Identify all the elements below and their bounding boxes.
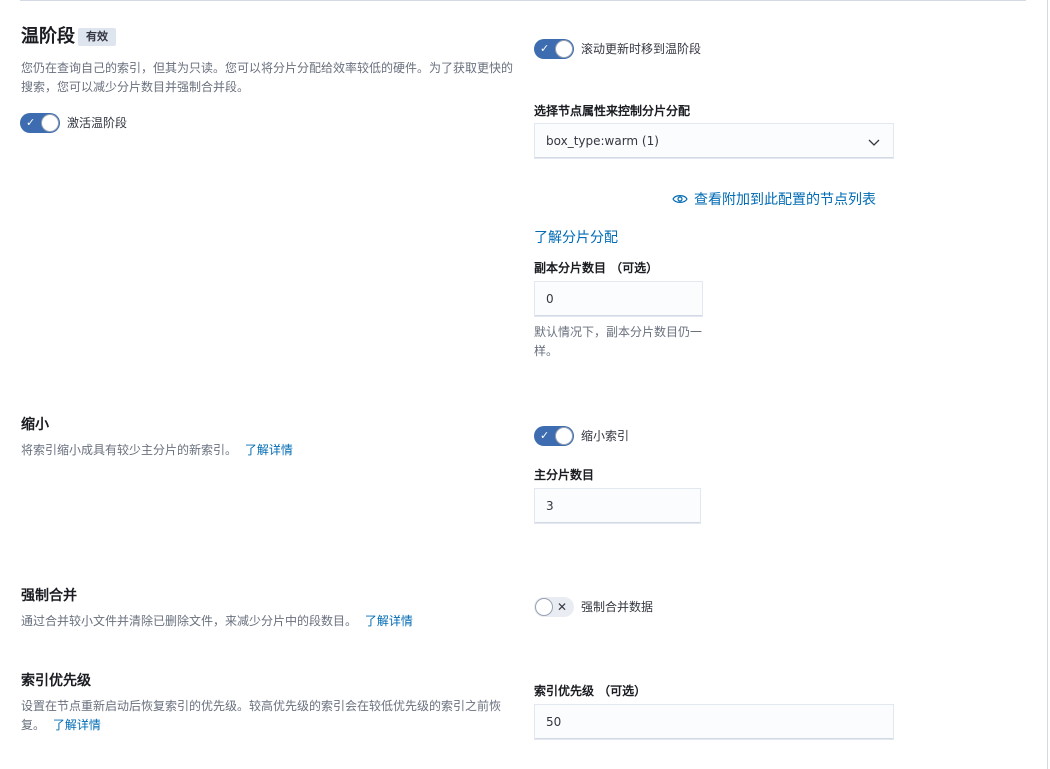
index-priority-value: 50 (546, 715, 562, 729)
index-priority-title: 索引优先级 (21, 673, 91, 689)
shrink-title: 缩小 (21, 417, 49, 433)
shrink-switch-label: 缩小索引 (581, 429, 630, 443)
allocation-label: 选择节点属性来控制分片分配 (534, 104, 691, 118)
active-badge: 有效 (78, 28, 116, 46)
view-nodes-link[interactable]: 查看附加到此配置的节点列表 (672, 190, 876, 208)
page: 温阶段 有效 您仍在查询自己的索引，但其为只读。您可以将分片分配给效率较低的硬件… (0, 0, 1050, 769)
forcemerge-description-text: 通过合并较小文件并清除已删除文件，来减少分片中的段数目。 (21, 614, 358, 628)
warm-phase-title: 温阶段 (21, 26, 75, 47)
shrink-switch[interactable]: ✓ (534, 426, 574, 446)
primary-shards-value: 3 (546, 499, 554, 513)
node-attribute-selected-value: box_type:warm (1) (546, 134, 659, 148)
switch-knob (535, 598, 553, 616)
switch-knob (555, 427, 573, 445)
top-divider (20, 0, 1026, 1)
index-priority-description: 设置在节点重新启动后恢复索引的优先级。较高优先级的索引会在较低优先级的索引之前恢… (21, 697, 515, 735)
rollover-switch[interactable]: ✓ (534, 39, 574, 59)
index-priority-input[interactable]: 50 (534, 704, 894, 740)
forcemerge-title: 强制合并 (21, 588, 77, 604)
learn-allocation-link[interactable]: 了解分片分配 (534, 229, 618, 247)
primary-shards-input[interactable]: 3 (534, 488, 701, 524)
replicas-label: 副本分片数目 （可选） (534, 261, 659, 275)
activate-warm-phase-switch[interactable]: ✓ (20, 113, 60, 133)
forcemerge-switch[interactable]: ✕ (534, 597, 574, 617)
replicas-value: 0 (546, 292, 554, 306)
index-priority-learn-link[interactable]: 了解详情 (53, 718, 101, 732)
node-attribute-select[interactable]: box_type:warm (1) (534, 123, 894, 159)
view-nodes-link-text: 查看附加到此配置的节点列表 (694, 192, 876, 208)
switch-knob (41, 114, 59, 132)
switch-knob (555, 40, 573, 58)
cross-icon: ✕ (557, 600, 568, 614)
check-icon: ✓ (26, 116, 36, 129)
chevron-down-icon (868, 139, 880, 146)
rollover-label: 滚动更新时移到温阶段 (581, 42, 702, 56)
index-priority-label: 索引优先级 （可选） (534, 684, 647, 698)
shrink-learn-link[interactable]: 了解详情 (245, 443, 293, 457)
replicas-input[interactable]: 0 (534, 281, 703, 317)
primary-shards-label: 主分片数目 (534, 468, 595, 482)
shrink-description-text: 将索引缩小成具有较少主分片的新索引。 (21, 443, 238, 457)
check-icon: ✓ (540, 42, 550, 55)
eye-icon (672, 195, 688, 203)
shrink-description: 将索引缩小成具有较少主分片的新索引。 了解详情 (21, 441, 293, 460)
replicas-help-text: 默认情况下，副本分片数目仍一样。 (534, 325, 703, 358)
warm-phase-description: 您仍在查询自己的索引，但其为只读。您可以将分片分配给效率较低的硬件。为了获取更快… (21, 61, 514, 94)
forcemerge-learn-link[interactable]: 了解详情 (365, 614, 413, 628)
forcemerge-description: 通过合并较小文件并清除已删除文件，来减少分片中的段数目。 了解详情 (21, 612, 413, 631)
check-icon: ✓ (540, 429, 550, 442)
activate-warm-phase-label: 激活温阶段 (67, 116, 128, 130)
forcemerge-switch-label: 强制合并数据 (581, 600, 654, 614)
right-border (1047, 0, 1048, 769)
